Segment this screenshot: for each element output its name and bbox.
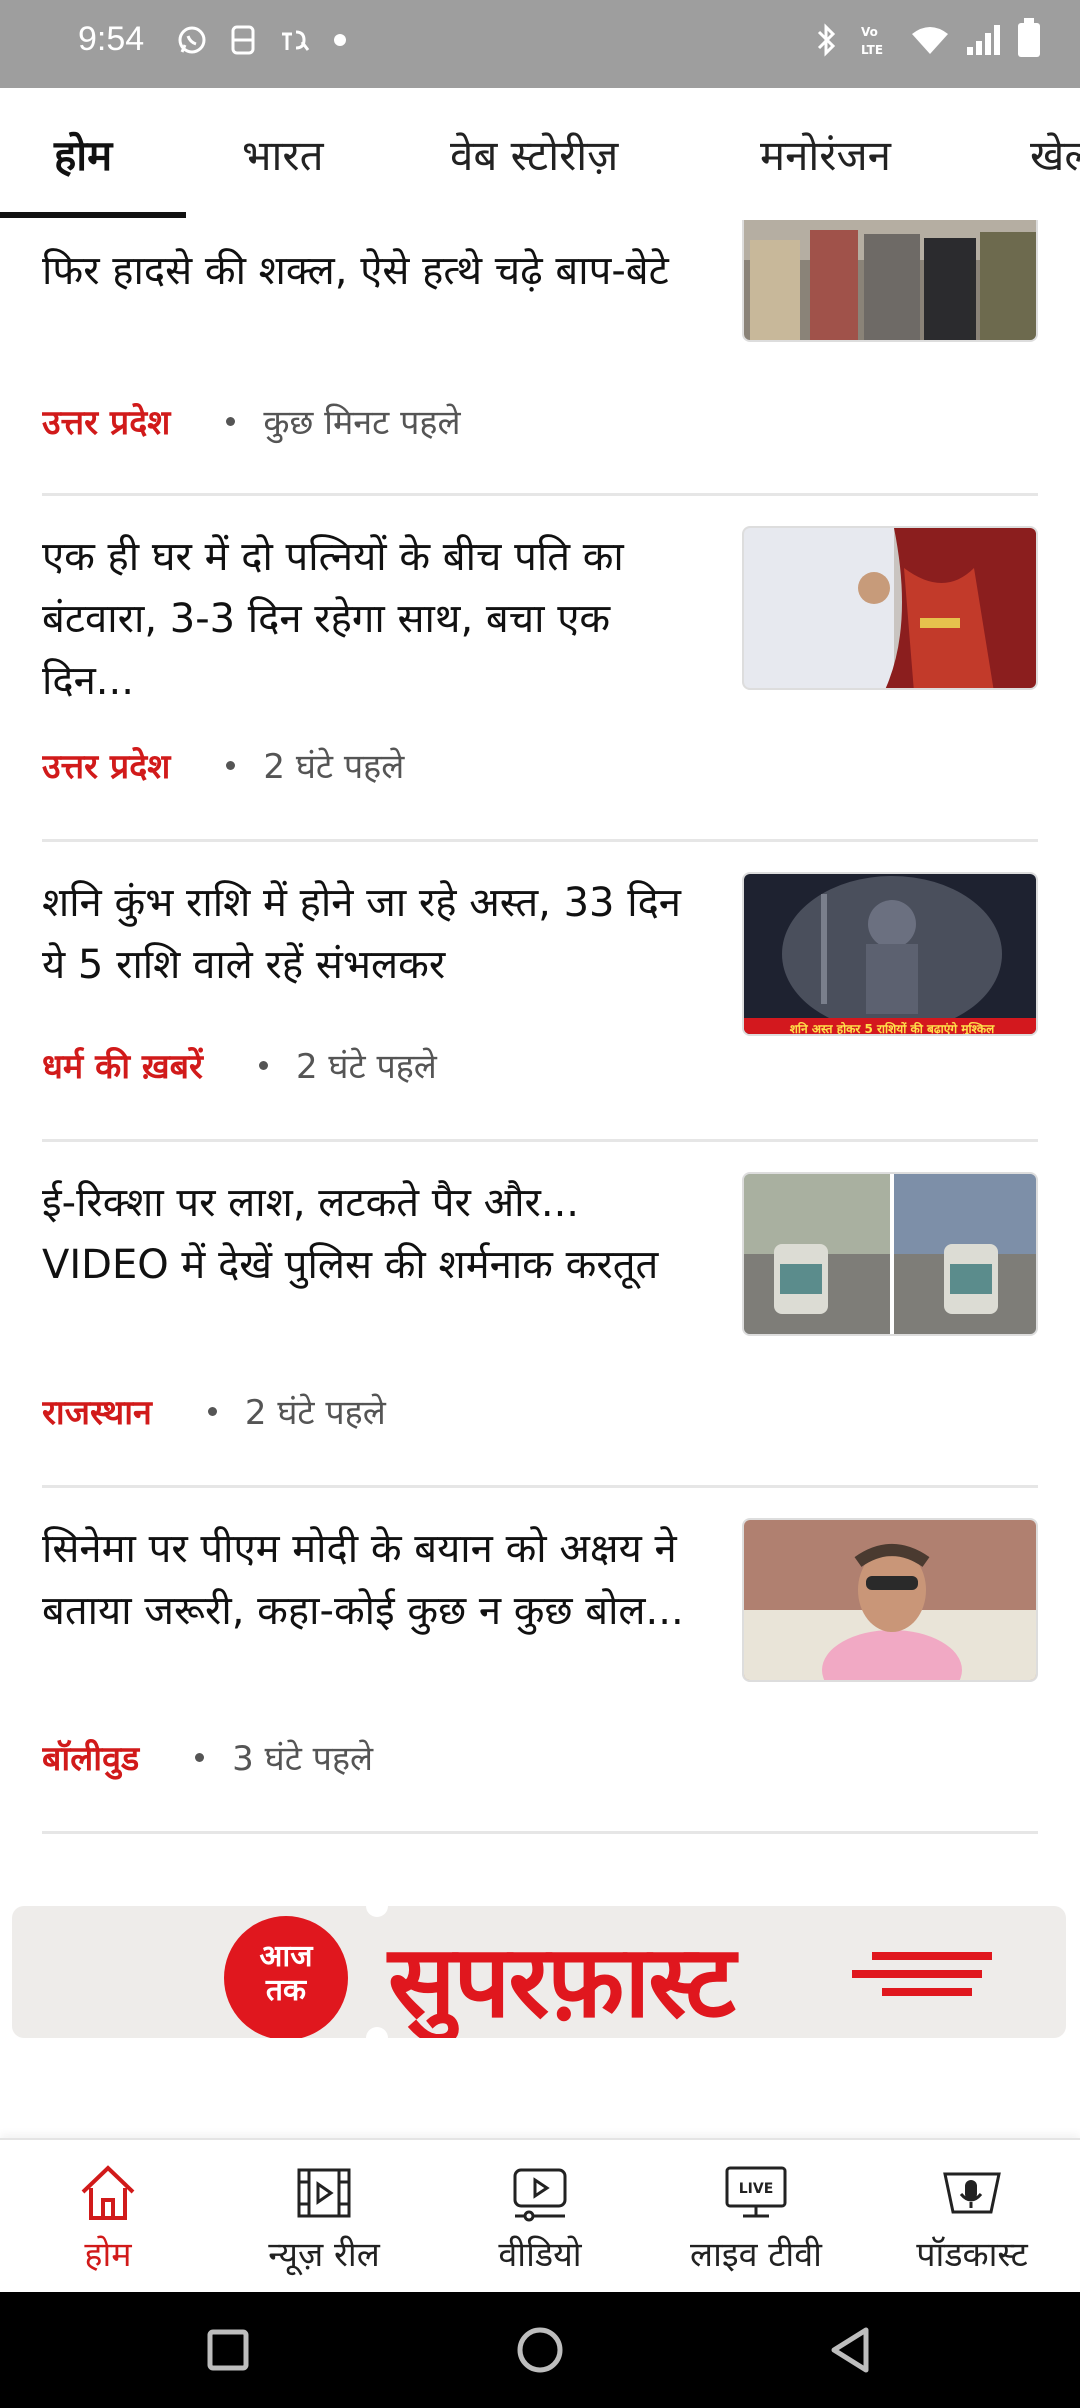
notification-icon xyxy=(231,25,255,55)
battery-icon xyxy=(1018,18,1040,57)
wifi-icon xyxy=(912,27,948,54)
logo-line-1: आज xyxy=(259,1939,313,1974)
banner-notch xyxy=(366,1906,388,1917)
dot-icon xyxy=(334,34,346,46)
article-thumbnail[interactable] xyxy=(742,526,1038,690)
article-time: 2 घंटे पहले xyxy=(263,747,405,787)
bluetooth-icon xyxy=(817,23,836,57)
separator-dot xyxy=(195,1752,205,1762)
nav-label: होम xyxy=(84,2235,132,2275)
app-icon xyxy=(282,30,310,51)
banner-title: सुपरफ़ास्ट xyxy=(388,1923,736,2038)
article-card[interactable]: सिनेमा पर पीएम मोदी के बयान को अक्षय ने … xyxy=(42,1488,1038,1834)
volte-icon: Vo LTE xyxy=(861,25,883,57)
article-category[interactable]: धर्म की ख़बरें xyxy=(42,1042,203,1088)
recents-icon[interactable] xyxy=(204,2322,252,2378)
article-headline[interactable]: ई-रिक्शा पर लाश, लटकते पैर और... VIDEO म… xyxy=(42,1172,702,1296)
live-text: LIVE xyxy=(739,2181,774,2197)
system-navigation-bar xyxy=(0,2292,1080,2408)
tab-web-stories[interactable]: वेब स्टोरीज़ xyxy=(450,126,618,183)
couple-photo xyxy=(744,528,1036,688)
article-headline[interactable]: शनि कुंभ राशि में होने जा रहे अस्त, 33 द… xyxy=(42,872,702,996)
article-card[interactable]: एक ही घर में दो पत्नियों के बीच पति का ब… xyxy=(42,496,1038,842)
svg-text:LTE: LTE xyxy=(861,43,883,57)
article-meta: बॉलीवुड 3 घंटे पहले xyxy=(42,1734,373,1780)
live-tv-icon: LIVE xyxy=(725,2166,787,2218)
shani-idol-photo: शनि अस्त होकर 5 राशियों की बढ़ाएंगे मुश्… xyxy=(744,874,1036,1036)
article-meta: उत्तर प्रदेश कुछ मिनट पहले xyxy=(42,398,461,444)
speed-lines-icon xyxy=(852,1952,992,1996)
nav-label: पॉडकास्ट xyxy=(916,2235,1028,2275)
category-tab-bar: होम भारत वेब स्टोरीज़ मनोरंजन खेल xyxy=(0,88,1080,220)
nav-label: न्यूज़ रील xyxy=(268,2235,380,2275)
separator-dot xyxy=(226,760,236,770)
article-meta: उत्तर प्रदेश 2 घंटे पहले xyxy=(42,742,404,788)
status-bar: 9:54 Vo LTE xyxy=(0,0,1080,88)
article-category[interactable]: उत्तर प्रदेश xyxy=(42,742,170,788)
whatsapp-icon xyxy=(178,26,206,54)
tab-sports[interactable]: खेल xyxy=(1030,126,1080,183)
nav-video[interactable]: वीडियो xyxy=(442,2140,638,2294)
group-of-men-photo xyxy=(744,220,1036,340)
nav-home[interactable]: होम xyxy=(10,2140,206,2294)
tab-entertainment[interactable]: मनोरंजन xyxy=(760,126,891,183)
status-left-icons xyxy=(176,24,346,56)
separator-dot xyxy=(207,1406,217,1416)
article-time: 3 घंटे पहले xyxy=(232,1739,374,1779)
nav-label: वीडियो xyxy=(498,2235,582,2275)
article-time: कुछ मिनट पहले xyxy=(263,403,461,443)
e-rickshaw-photo xyxy=(744,1174,1036,1334)
active-tab-indicator xyxy=(0,212,186,218)
article-meta: राजस्थान 2 घंटे पहले xyxy=(42,1388,386,1434)
bottom-navigation: होम न्यूज़ रील वीडियो LIVE लाइव टीवी पॉड… xyxy=(0,2138,1080,2292)
video-play-icon xyxy=(513,2168,567,2222)
superfast-banner[interactable]: आज तक सुपरफ़ास्ट xyxy=(12,1906,1066,2038)
aajtak-logo: आज तक xyxy=(224,1916,348,2038)
nav-news-reel[interactable]: न्यूज़ रील xyxy=(226,2140,422,2294)
article-headline[interactable]: फिर हादसे की शक्ल, ऐसे हत्थे चढ़े बाप-बे… xyxy=(42,240,702,302)
article-category[interactable]: उत्तर प्रदेश xyxy=(42,398,170,444)
tab-india[interactable]: भारत xyxy=(242,126,324,183)
separator-dot xyxy=(226,416,236,426)
thumbnail-caption: शनि अस्त होकर 5 राशियों की बढ़ाएंगे मुश्… xyxy=(790,1022,995,1036)
article-time: 2 घंटे पहले xyxy=(295,1047,437,1087)
article-headline[interactable]: सिनेमा पर पीएम मोदी के बयान को अक्षय ने … xyxy=(42,1518,702,1642)
logo-line-2: तक xyxy=(265,1973,307,2008)
article-card[interactable]: फिर हादसे की शक्ल, ऐसे हत्थे चढ़े बाप-बे… xyxy=(42,220,1038,496)
article-category[interactable]: राजस्थान xyxy=(42,1388,152,1434)
film-reel-icon xyxy=(297,2168,351,2218)
article-thumbnail[interactable] xyxy=(742,220,1038,342)
actor-photo xyxy=(744,1520,1036,1680)
back-icon[interactable] xyxy=(826,2322,874,2378)
banner-notch xyxy=(366,2027,388,2038)
nav-live-tv[interactable]: LIVE लाइव टीवी xyxy=(658,2140,854,2294)
status-time: 9:54 xyxy=(78,20,145,58)
home-circle-icon[interactable] xyxy=(514,2322,566,2378)
tab-home[interactable]: होम xyxy=(54,126,112,183)
signal-icon xyxy=(967,25,1000,55)
nav-podcast[interactable]: पॉडकास्ट xyxy=(874,2140,1070,2294)
status-right-icons: Vo LTE xyxy=(811,18,1040,58)
nav-label: लाइव टीवी xyxy=(690,2235,822,2275)
article-headline[interactable]: एक ही घर में दो पत्नियों के बीच पति का ब… xyxy=(42,526,702,712)
article-thumbnail[interactable]: शनि अस्त होकर 5 राशियों की बढ़ाएंगे मुश्… xyxy=(742,872,1038,1036)
article-card[interactable]: शनि कुंभ राशि में होने जा रहे अस्त, 33 द… xyxy=(42,842,1038,1142)
separator-dot xyxy=(258,1060,268,1070)
article-thumbnail[interactable] xyxy=(742,1172,1038,1336)
podcast-icon xyxy=(943,2172,1001,2214)
svg-text:Vo: Vo xyxy=(861,25,878,39)
news-feed[interactable]: फिर हादसे की शक्ल, ऐसे हत्थे चढ़े बाप-बे… xyxy=(42,220,1038,1840)
home-icon xyxy=(81,2165,135,2220)
article-card[interactable]: ई-रिक्शा पर लाश, लटकते पैर और... VIDEO म… xyxy=(42,1142,1038,1488)
article-time: 2 घंटे पहले xyxy=(244,1393,386,1433)
article-meta: धर्म की ख़बरें 2 घंटे पहले xyxy=(42,1042,437,1088)
article-category[interactable]: बॉलीवुड xyxy=(42,1734,139,1780)
article-thumbnail[interactable] xyxy=(742,1518,1038,1682)
